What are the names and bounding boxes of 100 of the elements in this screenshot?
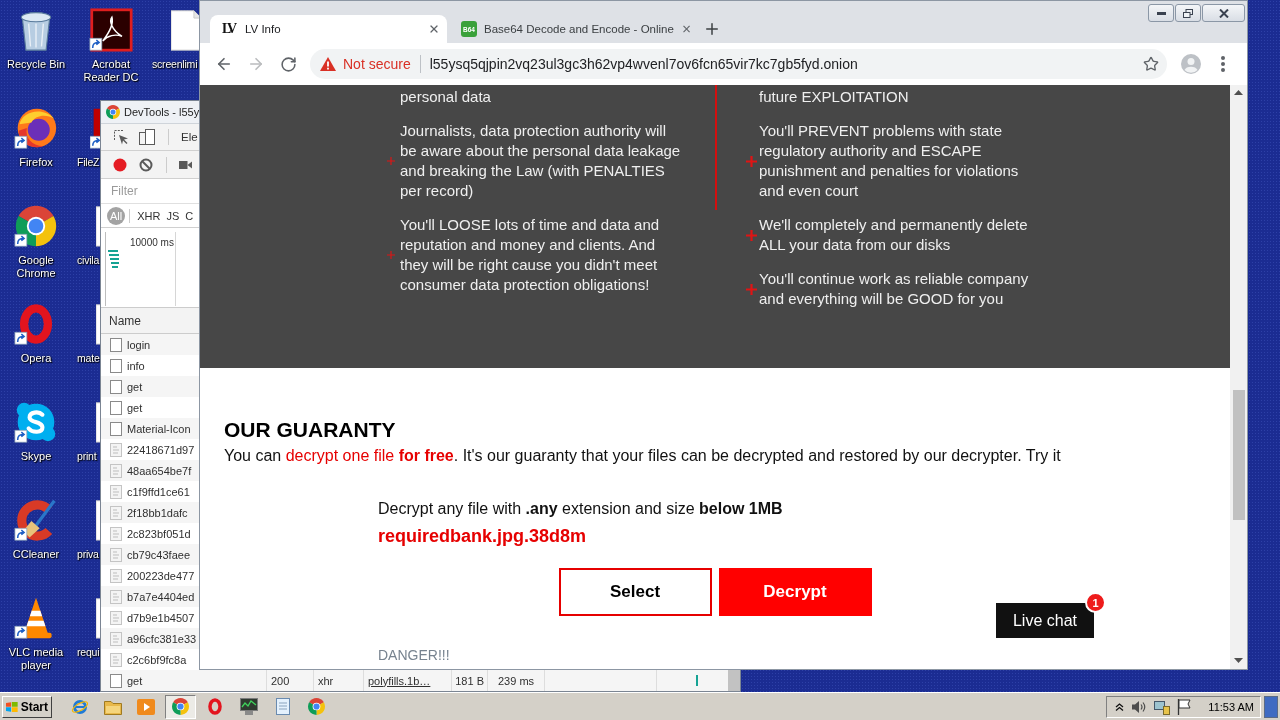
plus-icon — [387, 157, 395, 165]
ccleaner-icon[interactable] — [14, 498, 58, 542]
plus-icon — [746, 155, 757, 167]
url-text: l55ysq5qjpin2vq23ul3gc3h62vp4wvenl7ov6fcn65vir7kc7gb5fyd.onion — [429, 56, 858, 72]
type-filter-chip[interactable]: XHR — [134, 206, 164, 225]
desktop-icon-label[interactable]: CCleaner — [12, 548, 60, 561]
time-label: 10000 ms — [130, 237, 174, 248]
desktop-icon-label[interactable]: screenlimi — [152, 58, 198, 71]
image-file-icon — [110, 631, 122, 646]
close-icon[interactable] — [428, 23, 440, 35]
folder-icon[interactable] — [104, 698, 122, 715]
request-row[interactable]: get 200 xhr polyfills.1b… 181 B 239 ms — [101, 670, 740, 691]
notification-badge: 1 — [1085, 592, 1106, 613]
request-name: info — [127, 359, 145, 372]
request-name: get — [127, 401, 143, 414]
request-row[interactable]: Material-Icon — [101, 418, 199, 439]
desktop-icon-label[interactable]: FileZ — [77, 156, 100, 169]
file-icon — [110, 358, 122, 373]
request-row[interactable]: get — [101, 376, 199, 397]
desktop-icon-label[interactable]: Firefox — [19, 156, 53, 169]
desktop-icon-label[interactable]: Acrobat Reader DC — [75, 58, 147, 84]
desktop-icon-label[interactable]: civila — [77, 254, 100, 267]
scrollbar-thumb[interactable] — [1232, 390, 1245, 520]
desktop-icon-label[interactable]: Google Chrome — [0, 254, 72, 280]
consequence-text: We'll completely and permanently delete ALL your data from our disks — [759, 215, 1029, 255]
flag-icon[interactable] — [1177, 698, 1192, 715]
device-toggle-icon[interactable] — [139, 129, 155, 145]
chrome-icon[interactable] — [14, 204, 58, 248]
request-row[interactable]: 48aa654be7f — [101, 460, 199, 481]
browser-tab[interactable]: LV LV Info — [210, 15, 447, 43]
internet-explorer-icon[interactable] — [71, 697, 89, 716]
file-icon — [110, 673, 122, 688]
close-button[interactable] — [1202, 4, 1245, 22]
scroll-up-icon[interactable] — [1234, 90, 1243, 95]
notepad-icon[interactable] — [275, 698, 290, 715]
image-file-icon — [110, 526, 122, 541]
request-row[interactable]: a96cfc381e33 — [101, 628, 199, 649]
panel-tab[interactable]: Ele — [181, 131, 198, 143]
desktop-icon-label[interactable]: print — [77, 450, 97, 463]
document-icon[interactable] — [171, 8, 199, 52]
show-desktop-button[interactable] — [1264, 695, 1278, 718]
request-row[interactable]: 2f18bb1dafc — [101, 502, 199, 523]
clear-icon[interactable] — [139, 157, 153, 172]
file-icon — [110, 379, 122, 394]
desktop-icon-label[interactable]: mate — [77, 352, 100, 365]
scrollbar[interactable] — [728, 670, 740, 691]
request-row[interactable]: cb79c43faee — [101, 544, 199, 565]
desktop-icon-label[interactable]: requi — [77, 646, 100, 659]
type-filter-chip[interactable]: C — [182, 206, 197, 225]
type-filter-chip[interactable]: JS — [163, 206, 183, 225]
desktop-icon-label[interactable]: priva — [77, 548, 99, 561]
timeline-drawing — [108, 250, 120, 268]
consequence-text: future EXPLOITATION — [759, 87, 910, 107]
consequence-text: Journalists, data protection authority will be aware about the personal data leakage and breaking the Law (with PENALTIES per record) — [400, 121, 682, 201]
video-camera-icon[interactable] — [179, 159, 192, 170]
desktop-icon-label[interactable]: Opera — [20, 352, 52, 365]
desktop-icon-label[interactable]: Recycle Bin — [6, 58, 66, 71]
consequence-text: personal data — [400, 87, 492, 107]
image-file-icon — [110, 652, 122, 667]
restore-button[interactable] — [1175, 4, 1201, 22]
consequence-text: You'll continue work as reliable company and everything will be GOOD for you — [759, 269, 1030, 309]
decrypt-button[interactable]: Decrypt — [718, 568, 872, 616]
inspect-icon[interactable] — [113, 129, 129, 145]
request-row[interactable]: login — [101, 334, 199, 355]
column-header[interactable]: Name — [101, 308, 199, 333]
clock[interactable]: 11:53 AM — [1208, 700, 1254, 713]
minimize-button[interactable] — [1148, 4, 1174, 22]
start-button[interactable]: Start — [2, 695, 52, 718]
address-bar[interactable]: Not secure l55ysq5qjpin2vq23ul3gc3h62vp4wvenl7ov6fcn65vir7kc7gb5fyd.onion — [310, 49, 1167, 79]
taskbar-button[interactable] — [165, 694, 196, 719]
close-icon[interactable] — [680, 23, 692, 35]
image-file-icon — [110, 442, 122, 457]
record-icon[interactable] — [113, 157, 127, 172]
security-label[interactable]: Not secure — [343, 56, 411, 72]
chrome-icon — [106, 105, 120, 119]
image-file-icon — [110, 610, 122, 625]
request-name: c1f9ffd1ce61 — [127, 485, 190, 498]
scroll-down-icon[interactable] — [1234, 658, 1243, 663]
filter-field[interactable]: Filter — [107, 181, 193, 201]
acrobat-icon[interactable] — [89, 8, 133, 52]
speaker-icon[interactable] — [1131, 698, 1148, 715]
request-name: 22418671d97 — [127, 443, 195, 456]
warning-heading: DANGER!!! — [378, 646, 451, 664]
plus-icon — [387, 251, 395, 259]
request-name: c2c6bf9fc8a — [127, 653, 187, 666]
skype-icon[interactable] — [14, 400, 58, 444]
window-title: DevTools - l55y — [124, 106, 200, 118]
network-icon[interactable] — [1154, 698, 1171, 715]
request-row[interactable]: b7a7e4404ed — [101, 586, 199, 607]
monitor-icon[interactable] — [239, 698, 258, 715]
plus-icon — [746, 283, 757, 295]
select-button[interactable]: Select — [558, 568, 712, 616]
chevron-up-icon[interactable] — [1115, 702, 1125, 711]
desktop-icon-label[interactable]: Skype — [20, 450, 52, 463]
star-icon[interactable] — [1143, 56, 1159, 72]
live-chat-button[interactable]: Live chat — [996, 603, 1094, 638]
scrollbar[interactable] — [1230, 85, 1247, 669]
firefox-icon[interactable] — [14, 106, 58, 150]
request-name: 2c823bf051d — [127, 527, 191, 540]
desktop-icon-label[interactable]: VLC media player — [0, 646, 72, 672]
